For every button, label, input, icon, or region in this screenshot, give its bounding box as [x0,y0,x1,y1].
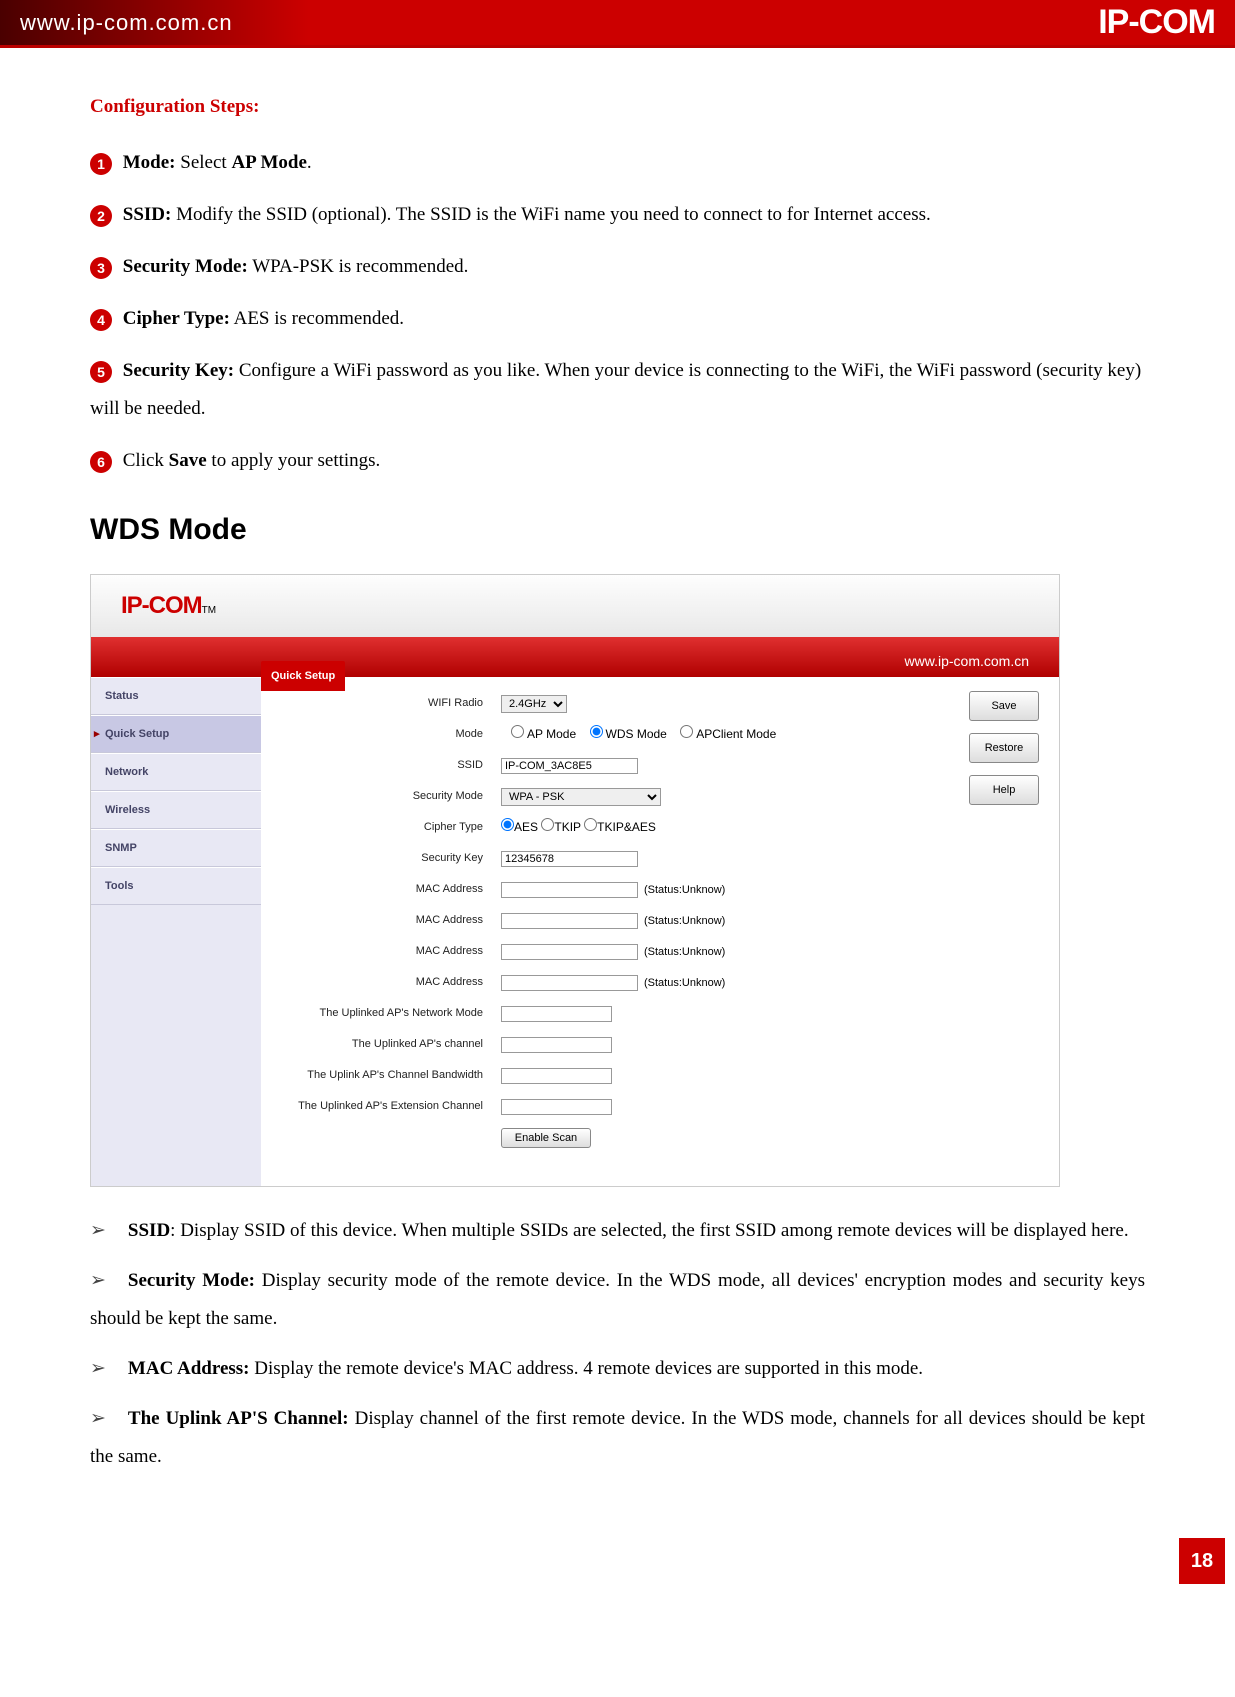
sidebar-item-network[interactable]: Network [91,753,261,791]
mac-label: MAC Address [281,878,501,900]
cipher-radio-aes[interactable] [501,818,514,831]
sidebar-item-quick-setup[interactable]: Quick Setup [91,715,261,753]
step-number-icon: 3 [90,257,112,279]
mac-input-4[interactable] [501,975,638,991]
header-logo: IP-COM [1098,3,1215,42]
uplink-ext-label: The Uplinked AP's Extension Channel [281,1099,501,1113]
mac-input-2[interactable] [501,913,638,929]
mac-label: MAC Address [281,940,501,962]
step-bold: AP Mode [231,152,306,173]
triangle-right-icon: ➢ [90,1270,106,1291]
step-6: 6 Click Save to apply your settings. [90,442,1145,480]
step-bold: Save [169,450,207,471]
step-number-icon: 5 [90,361,112,383]
ssid-label: SSID [281,754,501,776]
sidebar-item-snmp[interactable]: SNMP [91,829,261,867]
step-after: to apply your settings. [207,450,381,471]
mac-input-3[interactable] [501,944,638,960]
step-label: Security Mode: [123,256,248,277]
uplink-bw-label: The Uplink AP's Channel Bandwidth [281,1068,501,1082]
bullet-secmode: ➢Security Mode: Display security mode of… [90,1262,1145,1338]
step-text: Configure a WiFi password as you like. W… [90,360,1141,419]
seckey-input[interactable] [501,851,638,867]
ui-redbar: www.ip-com.com.cn Quick Setup [91,637,1059,677]
restore-button[interactable]: Restore [969,733,1039,763]
page-number: 18 [1179,1538,1225,1584]
triangle-right-icon: ➢ [90,1220,106,1241]
bullet-list: ➢SSID: Display SSID of this device. When… [90,1212,1145,1476]
step-text: Modify the SSID (optional). The SSID is … [171,204,930,225]
top-bar: www.ip-com.com.cn IP-COM [0,0,1235,48]
bullet-mac: ➢MAC Address: Display the remote device'… [90,1350,1145,1388]
uplink-ext-input[interactable] [501,1099,612,1115]
mode-label: Mode [281,723,501,745]
cipher-radio-tkipaes[interactable] [584,818,597,831]
ui-logo: IP-COMTM [121,582,216,630]
step-text: Select [176,152,232,173]
header-url: www.ip-com.com.cn [20,10,233,36]
mac-label: MAC Address [281,971,501,993]
sidebar-item-tools[interactable]: Tools [91,867,261,905]
wds-heading: WDS Mode [90,500,1145,560]
step-label: SSID: [123,204,172,225]
step-number-icon: 6 [90,451,112,473]
enable-scan-button[interactable]: Enable Scan [501,1128,591,1148]
sidebar-item-status[interactable]: Status [91,677,261,715]
step-1: 1 Mode: Select AP Mode. [90,144,1145,182]
secmode-select[interactable]: WPA - PSK [501,788,661,806]
wifi-radio-label: WIFI Radio [281,692,501,714]
step-4: 4 Cipher Type: AES is recommended. [90,300,1145,338]
bullet-ssid: ➢SSID: Display SSID of this device. When… [90,1212,1145,1250]
uplink-bw-input[interactable] [501,1068,612,1084]
mode-radio-wds[interactable] [590,725,603,738]
section-title: Configuration Steps: [90,88,1145,126]
ui-sidebar: Status Quick Setup Network Wireless SNMP… [91,677,261,1186]
step-3: 3 Security Mode: WPA-PSK is recommended. [90,248,1145,286]
uplink-net-label: The Uplinked AP's Network Mode [281,1006,501,1020]
uplink-ch-input[interactable] [501,1037,612,1053]
step-label: Security Key: [123,360,234,381]
page-content: Configuration Steps: 1 Mode: Select AP M… [0,48,1235,1508]
step-label: Cipher Type: [123,308,230,329]
step-after: . [307,152,312,173]
step-number-icon: 4 [90,309,112,331]
cipher-label: Cipher Type [281,816,501,838]
wifi-radio-select[interactable]: 2.4GHz [501,695,567,713]
mac-label: MAC Address [281,909,501,931]
step-label: Mode: [123,152,176,173]
step-text: Click [123,450,169,471]
uplink-ch-label: The Uplinked AP's channel [281,1033,501,1055]
step-text: AES is recommended. [230,308,404,329]
mac-input-1[interactable] [501,882,638,898]
ui-main: Save Restore Help WIFI Radio 2.4GHz Mode… [261,677,1059,1186]
cipher-radio-tkip[interactable] [541,818,554,831]
ui-header-url: www.ip-com.com.cn [905,647,1029,675]
ssid-input[interactable] [501,758,638,774]
triangle-right-icon: ➢ [90,1408,106,1429]
save-button[interactable]: Save [969,691,1039,721]
bullet-uplink-channel: ➢The Uplink AP'S Channel: Display channe… [90,1400,1145,1476]
seckey-label: Security Key [281,847,501,869]
sidebar-item-wireless[interactable]: Wireless [91,791,261,829]
step-text: WPA-PSK is recommended. [248,256,469,277]
step-5: 5 Security Key: Configure a WiFi passwor… [90,352,1145,428]
help-button[interactable]: Help [969,775,1039,805]
embedded-ui-screenshot: IP-COMTM www.ip-com.com.cn Quick Setup S… [90,574,1060,1187]
secmode-label: Security Mode [281,785,501,807]
uplink-net-input[interactable] [501,1006,612,1022]
footer: 18 [0,1508,1235,1596]
triangle-right-icon: ➢ [90,1358,106,1379]
mode-radio-ap[interactable] [511,725,524,738]
mode-radio-apclient[interactable] [680,725,693,738]
step-2: 2 SSID: Modify the SSID (optional). The … [90,196,1145,234]
ui-header: IP-COMTM [91,575,1059,637]
step-number-icon: 2 [90,205,112,227]
step-number-icon: 1 [90,153,112,175]
